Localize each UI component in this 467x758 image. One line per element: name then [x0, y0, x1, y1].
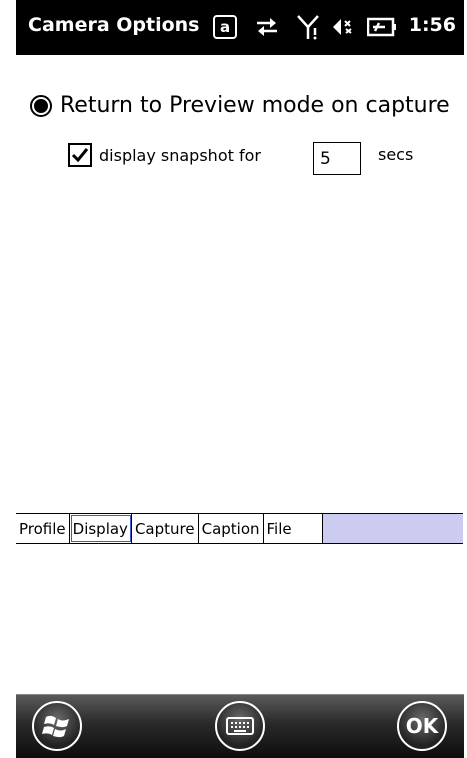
- sync-arrows-icon[interactable]: [252, 14, 282, 40]
- windows-logo-icon: [42, 715, 69, 738]
- clock-time[interactable]: 1:56: [409, 14, 456, 36]
- status-bar: Camera Options a 1:56: [16, 0, 464, 55]
- ok-button[interactable]: OK: [397, 701, 447, 751]
- tab-caption[interactable]: Caption: [198, 514, 264, 543]
- speaker-muted-icon[interactable]: [331, 14, 359, 40]
- tab-file[interactable]: File: [263, 514, 323, 543]
- snapshot-seconds-input[interactable]: [313, 142, 361, 175]
- preview-mode-radio-row[interactable]: Return to Preview mode on capture: [30, 93, 450, 118]
- tab-strip: Profile Display Capture Caption File: [16, 513, 463, 544]
- empty-area: [16, 544, 464, 694]
- tab-strip-filler: [322, 514, 463, 543]
- signal-icon[interactable]: [295, 14, 321, 40]
- keyboard-icon: [226, 717, 254, 735]
- preview-mode-radio[interactable]: [30, 94, 52, 117]
- device-screen: Camera Options a 1:56 Return to Preview …: [0, 0, 467, 758]
- soft-key-bar: OK: [16, 694, 464, 758]
- ok-label: OK: [405, 714, 439, 738]
- keyboard-button[interactable]: [215, 701, 265, 751]
- svg-text:a: a: [220, 18, 230, 36]
- display-settings-panel: Return to Preview mode on capture displa…: [16, 55, 464, 510]
- tab-display[interactable]: Display: [69, 514, 132, 543]
- tab-profile[interactable]: Profile: [16, 514, 70, 543]
- checkmark-icon: [71, 148, 89, 163]
- display-snapshot-checkbox[interactable]: [68, 143, 92, 167]
- tab-capture[interactable]: Capture: [131, 514, 199, 543]
- window-title: Camera Options: [28, 14, 200, 36]
- display-snapshot-row[interactable]: display snapshot for: [68, 143, 261, 167]
- radio-selected-dot: [34, 98, 48, 113]
- seconds-unit-label: secs: [378, 145, 414, 164]
- preview-mode-label[interactable]: Return to Preview mode on capture: [60, 93, 450, 118]
- at-sign-icon[interactable]: a: [212, 14, 238, 40]
- display-snapshot-label[interactable]: display snapshot for: [99, 146, 261, 165]
- start-button[interactable]: [32, 701, 82, 751]
- battery-icon[interactable]: [367, 14, 397, 40]
